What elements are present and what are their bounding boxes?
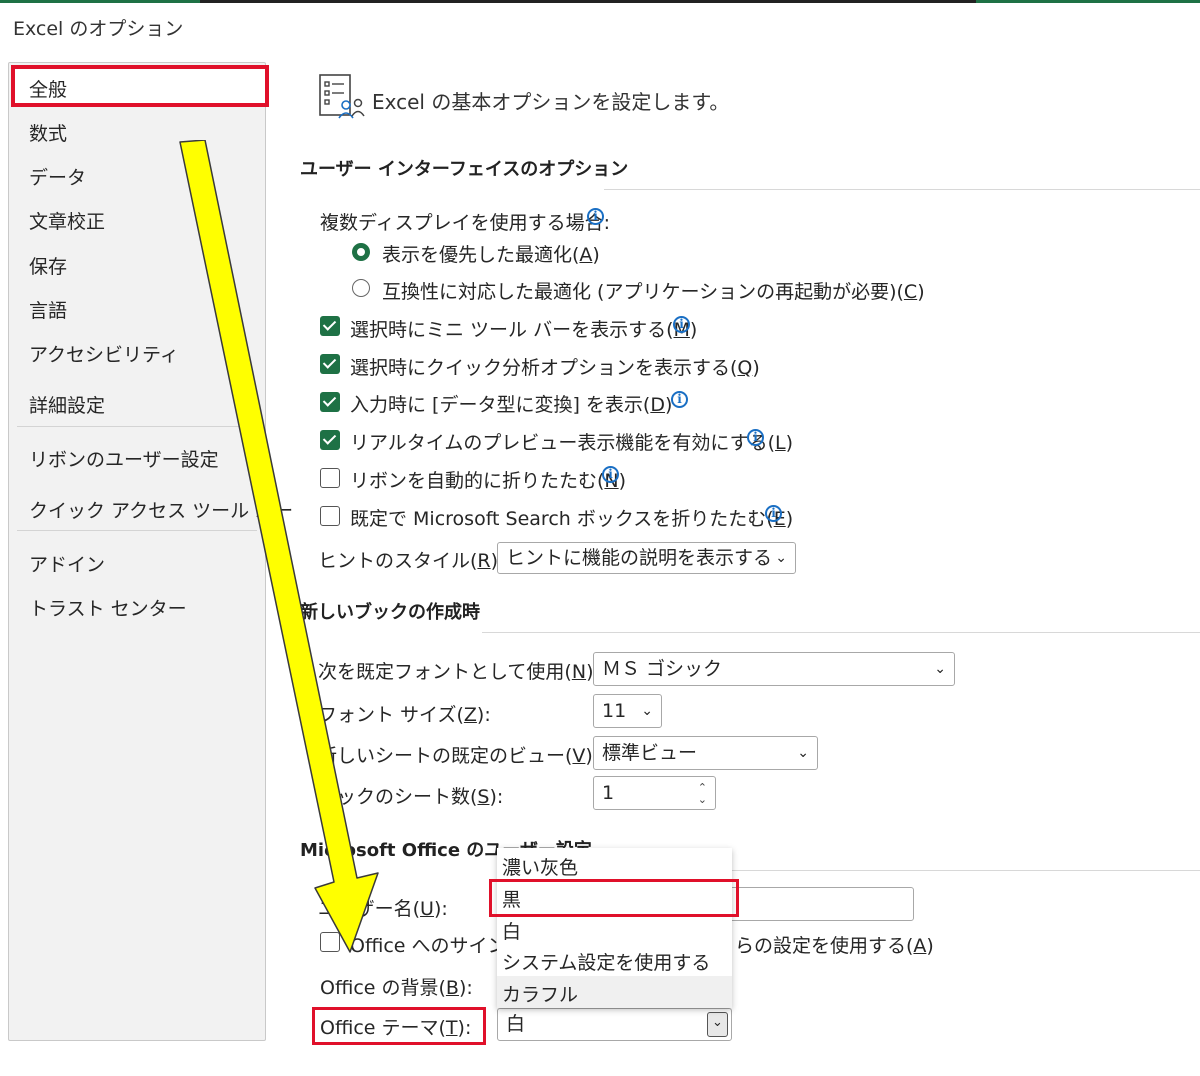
window-title: Excel のオプション [13, 18, 184, 40]
checkbox-signin-settings[interactable] [320, 932, 340, 952]
radio-optimize-appearance-label[interactable]: 表示を優先した最適化(A) [382, 240, 600, 267]
info-icon[interactable]: i [765, 505, 782, 522]
section-divider [604, 189, 1200, 190]
info-icon[interactable]: i [587, 208, 604, 225]
hint-style-select[interactable]: ヒントに機能の説明を表示する ⌄ [497, 542, 796, 574]
default-font-label: 次を既定フォントとして使用(N): [318, 661, 600, 683]
radio-optimize-compatibility-label[interactable]: 互換性に対応した最適化 (アプリケーションの再起動が必要)(C) [382, 277, 925, 304]
checkbox-quick-analysis-label[interactable]: 選択時にクイック分析オプションを表示する(Q) [350, 353, 760, 380]
sidebar-divider [17, 530, 257, 531]
sidebar-item-formulas[interactable]: 数式 [29, 119, 67, 146]
checkbox-convert-data-type-label[interactable]: 入力時に [データ型に変換] を表示(D) [350, 390, 672, 417]
sidebar-item-trust-center[interactable]: トラスト センター [29, 594, 187, 621]
radio-optimize-appearance[interactable] [352, 243, 370, 261]
sidebar-item-save[interactable]: 保存 [29, 252, 67, 279]
chevron-down-icon: ⌄ [775, 550, 787, 566]
office-background-label: Office の背景(B): [320, 977, 473, 999]
section-divider [482, 632, 1200, 633]
checkbox-signin-settings-label-end[interactable]: らの設定を使用する(A) [735, 931, 934, 958]
theme-option-system[interactable]: システム設定を使用する [502, 948, 710, 975]
sidebar-item-language[interactable]: 言語 [29, 296, 67, 323]
section-title-new-workbook: 新しいブックの作成時 [300, 602, 480, 623]
chevron-down-icon: ⌄ [797, 745, 809, 761]
checkbox-collapse-ribbon[interactable] [320, 468, 340, 488]
checkbox-convert-data-type[interactable] [320, 392, 340, 412]
section-title-ui-options: ユーザー インターフェイスのオプション [300, 159, 629, 180]
username-label: ユーザー名(U): [318, 898, 448, 920]
sidebar-item-accessibility[interactable]: アクセシビリティ [29, 340, 179, 367]
sidebar-divider [17, 426, 257, 427]
checkbox-live-preview-label[interactable]: リアルタイムのプレビュー表示機能を有効にする(L) [350, 428, 793, 455]
font-size-label: フォント サイズ(Z): [318, 704, 491, 726]
sidebar-item-data[interactable]: データ [29, 163, 86, 190]
theme-label-highlight [312, 1007, 486, 1045]
radio-optimize-compatibility[interactable] [352, 279, 370, 297]
theme-option-dark-gray[interactable]: 濃い灰色 [502, 853, 578, 880]
checkbox-collapse-search[interactable] [320, 506, 340, 526]
multi-display-label: 複数ディスプレイを使用する場合: [320, 212, 611, 234]
info-icon[interactable]: i [671, 391, 688, 408]
chevron-down-icon: ⌄ [641, 703, 653, 719]
info-icon[interactable]: i [673, 316, 690, 333]
theme-option-colorful[interactable]: カラフル [502, 980, 578, 1007]
chevron-down-icon: ⌄ [934, 661, 946, 677]
info-icon[interactable]: i [747, 429, 764, 446]
general-options-icon [319, 74, 365, 119]
sidebar-item-proofing[interactable]: 文章校正 [29, 207, 105, 234]
dropdown-button[interactable]: ⌄ [707, 1012, 728, 1037]
hint-style-label: ヒントのスタイル(R): [318, 550, 504, 572]
sidebar-item-quick-access-toolbar[interactable]: クイック アクセス ツール バー [29, 496, 293, 523]
checkbox-quick-analysis[interactable] [320, 354, 340, 374]
sidebar-item-general[interactable]: 全般 [29, 75, 67, 102]
title-bar-dark-segment [200, 0, 976, 3]
sidebar-item-add-ins[interactable]: アドイン [29, 550, 105, 577]
black-option-highlight [489, 879, 739, 917]
default-view-select[interactable]: 標準ビュー ⌄ [593, 736, 818, 770]
spin-up-icon[interactable]: ⌃ [698, 782, 707, 793]
sidebar: 全般 数式 データ 文章校正 保存 言語 アクセシビリティ 詳細設定 リボンのユ… [8, 62, 293, 1041]
office-theme-select[interactable]: 白 ⌄ [497, 1008, 732, 1041]
checkbox-collapse-search-label[interactable]: 既定で Microsoft Search ボックスを折りたたむ(E) [350, 504, 793, 531]
default-view-label: 新しいシートの既定のビュー(V): [318, 745, 599, 767]
checkbox-mini-toolbar-label[interactable]: 選択時にミニ ツール バーを表示する(M) [350, 315, 697, 342]
theme-option-white[interactable]: 白 [502, 917, 521, 944]
checkbox-live-preview[interactable] [320, 430, 340, 450]
font-size-select[interactable]: 11 ⌄ [593, 694, 662, 728]
checkbox-collapse-ribbon-label[interactable]: リボンを自動的に折りたたむ(N) [350, 466, 626, 493]
sheet-count-label: ブックのシート数(S): [318, 786, 504, 808]
info-icon[interactable]: i [602, 466, 619, 483]
checkbox-mini-toolbar[interactable] [320, 316, 340, 336]
spin-down-icon[interactable]: ⌄ [698, 794, 707, 805]
default-font-select[interactable]: ＭＳ ゴシック ⌄ [593, 652, 955, 686]
sidebar-item-customize-ribbon[interactable]: リボンのユーザー設定 [29, 445, 219, 472]
sheet-count-spinner[interactable]: 1 ⌃ ⌄ [593, 776, 716, 810]
office-theme-dropdown-list: 濃い灰色 黒 白 システム設定を使用する カラフル [497, 848, 732, 1008]
sidebar-item-advanced[interactable]: 詳細設定 [29, 391, 105, 418]
page-header-text: Excel の基本オプションを設定します。 [372, 90, 730, 114]
